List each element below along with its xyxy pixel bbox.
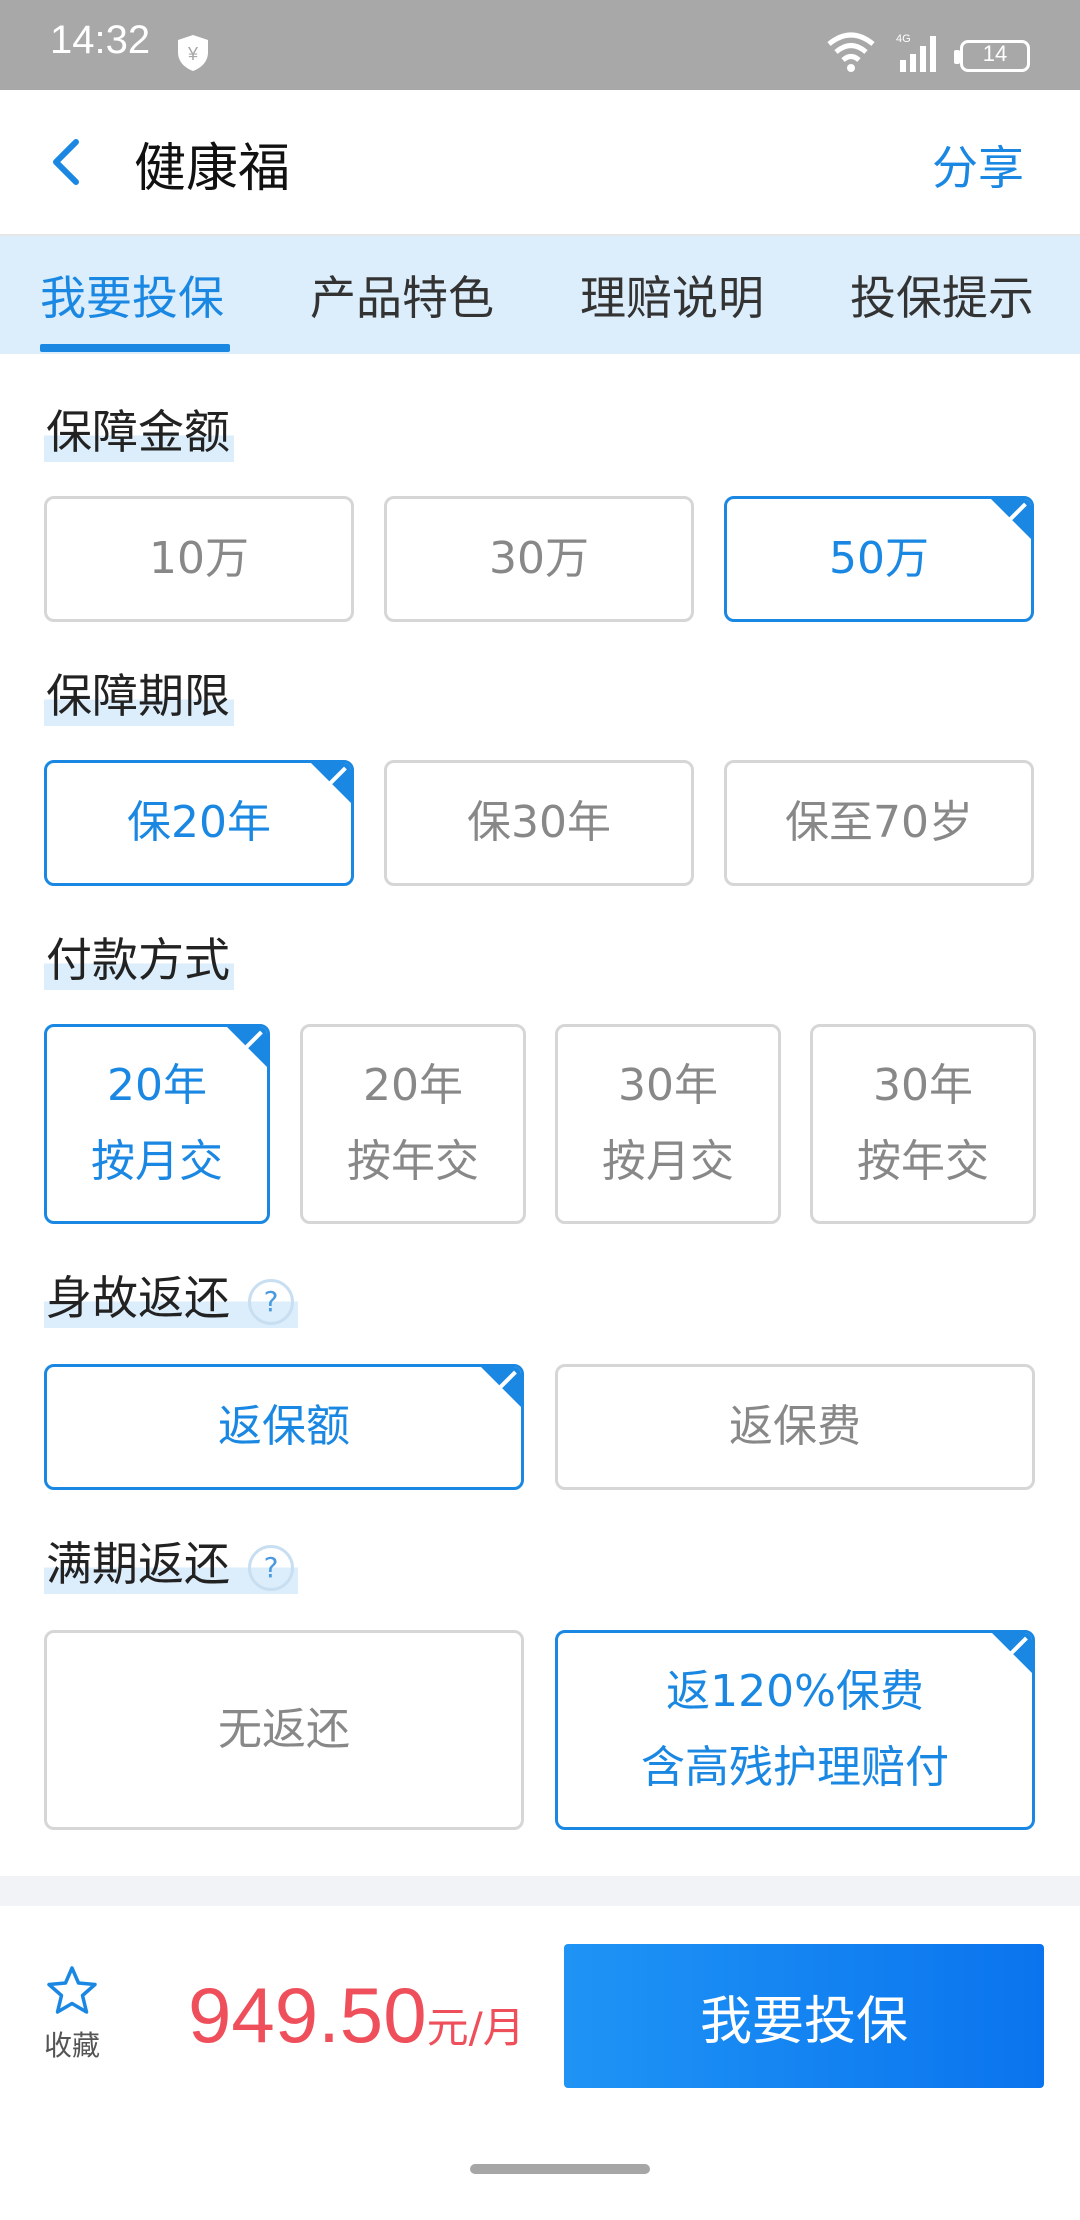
section-title-payment: 付款方式	[44, 924, 234, 990]
section-divider	[0, 1876, 1080, 1906]
amount-option[interactable]: 10万	[44, 496, 354, 622]
option-line-2: 按年交	[347, 1136, 479, 1187]
section-title-text: 身故返还	[46, 1271, 230, 1325]
shield-yen-icon: ¥	[178, 35, 208, 71]
option-line-1: 20年	[363, 1060, 463, 1111]
maturity-return-option-selected[interactable]: 返120%保费 含高残护理赔付	[555, 1630, 1035, 1830]
payment-option[interactable]: 30年 按年交	[810, 1024, 1036, 1224]
option-label: 保30年	[467, 797, 611, 848]
favorite-button[interactable]: 收藏	[40, 1964, 104, 2064]
price-amount: 949.50	[188, 1971, 427, 2059]
option-line-1: 返120%保费	[666, 1666, 924, 1717]
tab-claims[interactable]: 理赔说明	[580, 262, 764, 328]
tab-features[interactable]: 产品特色	[310, 262, 494, 328]
amount-option[interactable]: 30万	[384, 496, 694, 622]
option-line-2: 按月交	[91, 1136, 223, 1187]
option-line-2: 按月交	[602, 1136, 734, 1187]
option-label: 返保费	[729, 1401, 861, 1452]
option-label: 保至70岁	[785, 797, 973, 848]
wifi-icon	[827, 32, 875, 72]
death-return-option[interactable]: 返保费	[555, 1364, 1035, 1490]
star-icon	[47, 1966, 97, 2014]
page-title: 健康福	[134, 139, 291, 199]
status-time: 14:32	[50, 18, 151, 62]
option-line-1: 30年	[873, 1060, 973, 1111]
death-return-option-selected[interactable]: 返保额	[44, 1364, 524, 1490]
payment-option[interactable]: 20年 按年交	[300, 1024, 526, 1224]
tab-insure[interactable]: 我要投保	[40, 262, 224, 328]
option-line-2: 含高残护理赔付	[641, 1742, 949, 1793]
price-unit: 元/月	[426, 2003, 525, 2052]
price-display: 949.50元/月	[188, 1970, 525, 2061]
section-title-maturity-return: 满期返还?	[44, 1528, 298, 1594]
cell-signal-icon: 4G	[896, 33, 936, 72]
svg-text:¥: ¥	[187, 44, 199, 64]
share-button[interactable]: 分享	[932, 132, 1024, 198]
help-question-icon[interactable]: ?	[248, 1544, 294, 1591]
maturity-return-option[interactable]: 无返还	[44, 1630, 524, 1830]
back-arrow-icon[interactable]	[40, 130, 96, 194]
option-label: 10万	[149, 533, 249, 584]
tab-bar: 我要投保 产品特色 理赔说明 投保提示	[0, 236, 1080, 354]
insure-button[interactable]: 我要投保	[564, 1944, 1044, 2088]
term-option[interactable]: 保30年	[384, 760, 694, 886]
tab-tips[interactable]: 投保提示	[850, 262, 1034, 328]
term-option[interactable]: 保至70岁	[724, 760, 1034, 886]
payment-option-selected[interactable]: 20年 按月交	[44, 1024, 270, 1224]
section-title-death-return: 身故返还?	[44, 1262, 298, 1328]
option-line-1: 20年	[107, 1060, 207, 1111]
section-title-text: 满期返还	[46, 1537, 230, 1591]
battery-icon: 14	[960, 40, 1030, 72]
option-label: 返保额	[218, 1401, 350, 1452]
amount-option-selected[interactable]: 50万	[724, 496, 1034, 622]
section-title-amount: 保障金额	[44, 396, 234, 462]
section-title-term: 保障期限	[44, 660, 234, 726]
svg-text:4G: 4G	[896, 33, 911, 45]
option-line-1: 30年	[618, 1060, 718, 1111]
term-option-selected[interactable]: 保20年	[44, 760, 354, 886]
option-line-2: 按年交	[857, 1136, 989, 1187]
option-label: 保20年	[127, 797, 271, 848]
status-bar: 14:32 ¥ 4G 14	[0, 0, 1080, 90]
payment-option[interactable]: 30年 按月交	[555, 1024, 781, 1224]
favorite-label: 收藏	[43, 2029, 100, 2062]
app-header: 健康福 分享	[0, 90, 1080, 236]
option-label: 50万	[829, 533, 929, 584]
battery-level: 14	[982, 41, 1008, 66]
help-question-icon[interactable]: ?	[248, 1278, 294, 1325]
home-indicator[interactable]	[470, 2164, 650, 2174]
active-tab-indicator	[40, 344, 230, 352]
option-line-1: 无返还	[218, 1704, 350, 1755]
option-label: 30万	[489, 533, 589, 584]
